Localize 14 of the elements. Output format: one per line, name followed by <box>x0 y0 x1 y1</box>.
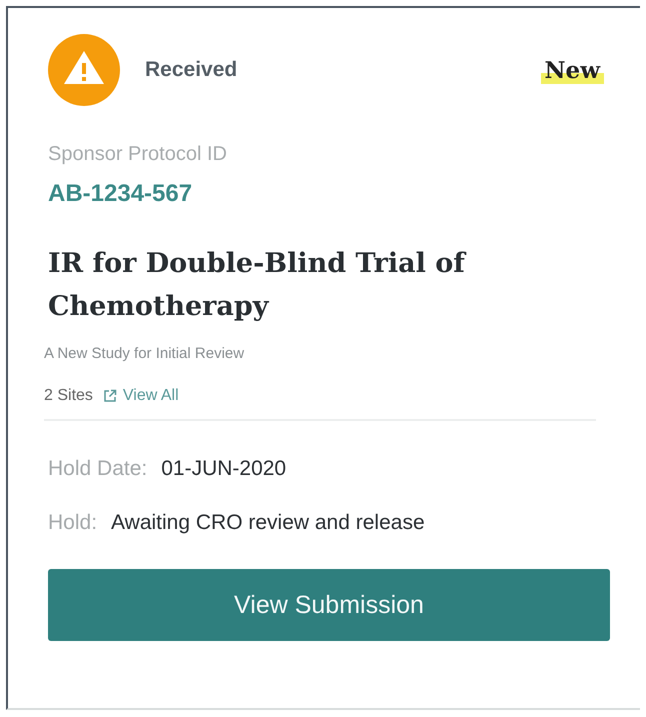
external-link-icon <box>102 389 117 403</box>
warning-icon <box>48 34 120 106</box>
study-subtitle: A New Study for Initial Review <box>44 345 246 362</box>
detail-label: Hold: <box>48 511 98 535</box>
view-all-link[interactable]: View All <box>102 387 179 405</box>
detail-value: Awaiting CRO review and release <box>111 511 425 535</box>
view-submission-button[interactable]: View Submission <box>48 569 610 641</box>
detail-value: 01-JUN-2020 <box>161 457 286 481</box>
study-title: IR for Double-Blind Trial of Chemotherapy <box>48 247 468 324</box>
status-label: Received <box>145 58 238 82</box>
protocol-id: AB-1234-567 <box>48 180 194 208</box>
site-count: 2 Sites <box>44 387 93 405</box>
protocol-label: Sponsor Protocol ID <box>48 143 228 166</box>
detail-label: Hold Date: <box>48 457 148 481</box>
